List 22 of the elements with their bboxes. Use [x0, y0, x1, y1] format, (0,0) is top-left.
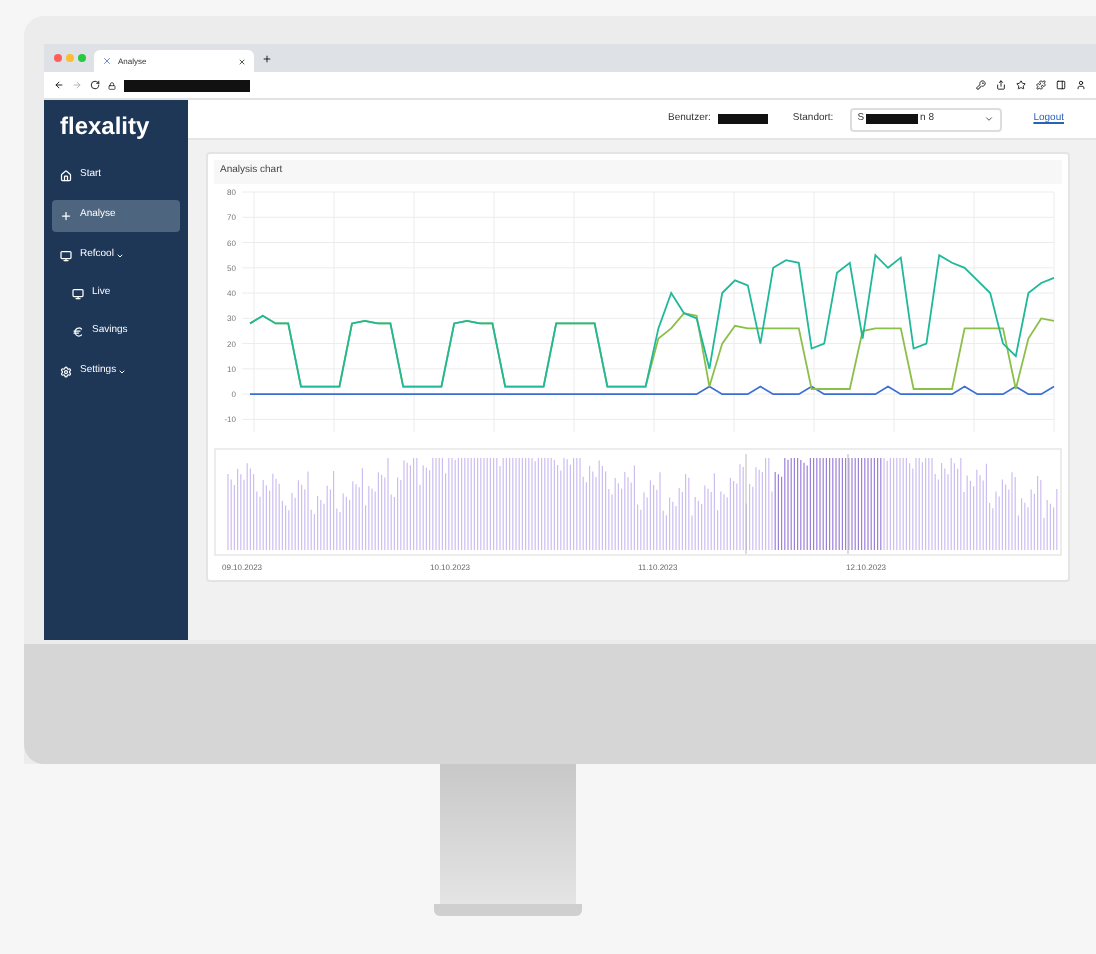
- redaction-bar: [866, 114, 919, 124]
- share-icon[interactable]: [996, 80, 1006, 90]
- settings-icon: [60, 366, 72, 378]
- reload-icon[interactable]: [90, 80, 100, 90]
- profile-icon[interactable]: [1076, 80, 1086, 90]
- back-icon[interactable]: [54, 80, 64, 90]
- euro-icon: [72, 326, 84, 338]
- side-panel-icon[interactable]: [1056, 80, 1066, 90]
- monitor-icon: [60, 250, 72, 262]
- star-icon[interactable]: [1016, 80, 1026, 90]
- puzzle-icon[interactable]: [1036, 80, 1046, 90]
- redaction-bar: [718, 114, 769, 124]
- chevron-down-icon: [983, 114, 994, 124]
- new-tab-icon[interactable]: [262, 53, 272, 63]
- monitor-stand: [440, 764, 576, 904]
- lock-icon: [108, 81, 116, 89]
- plus-icon: [60, 210, 72, 222]
- logo: flexality: [58, 110, 152, 144]
- home-icon: [60, 170, 72, 182]
- monitor-icon: [72, 288, 84, 300]
- key-icon[interactable]: [976, 80, 986, 90]
- redaction-bar: [124, 79, 250, 91]
